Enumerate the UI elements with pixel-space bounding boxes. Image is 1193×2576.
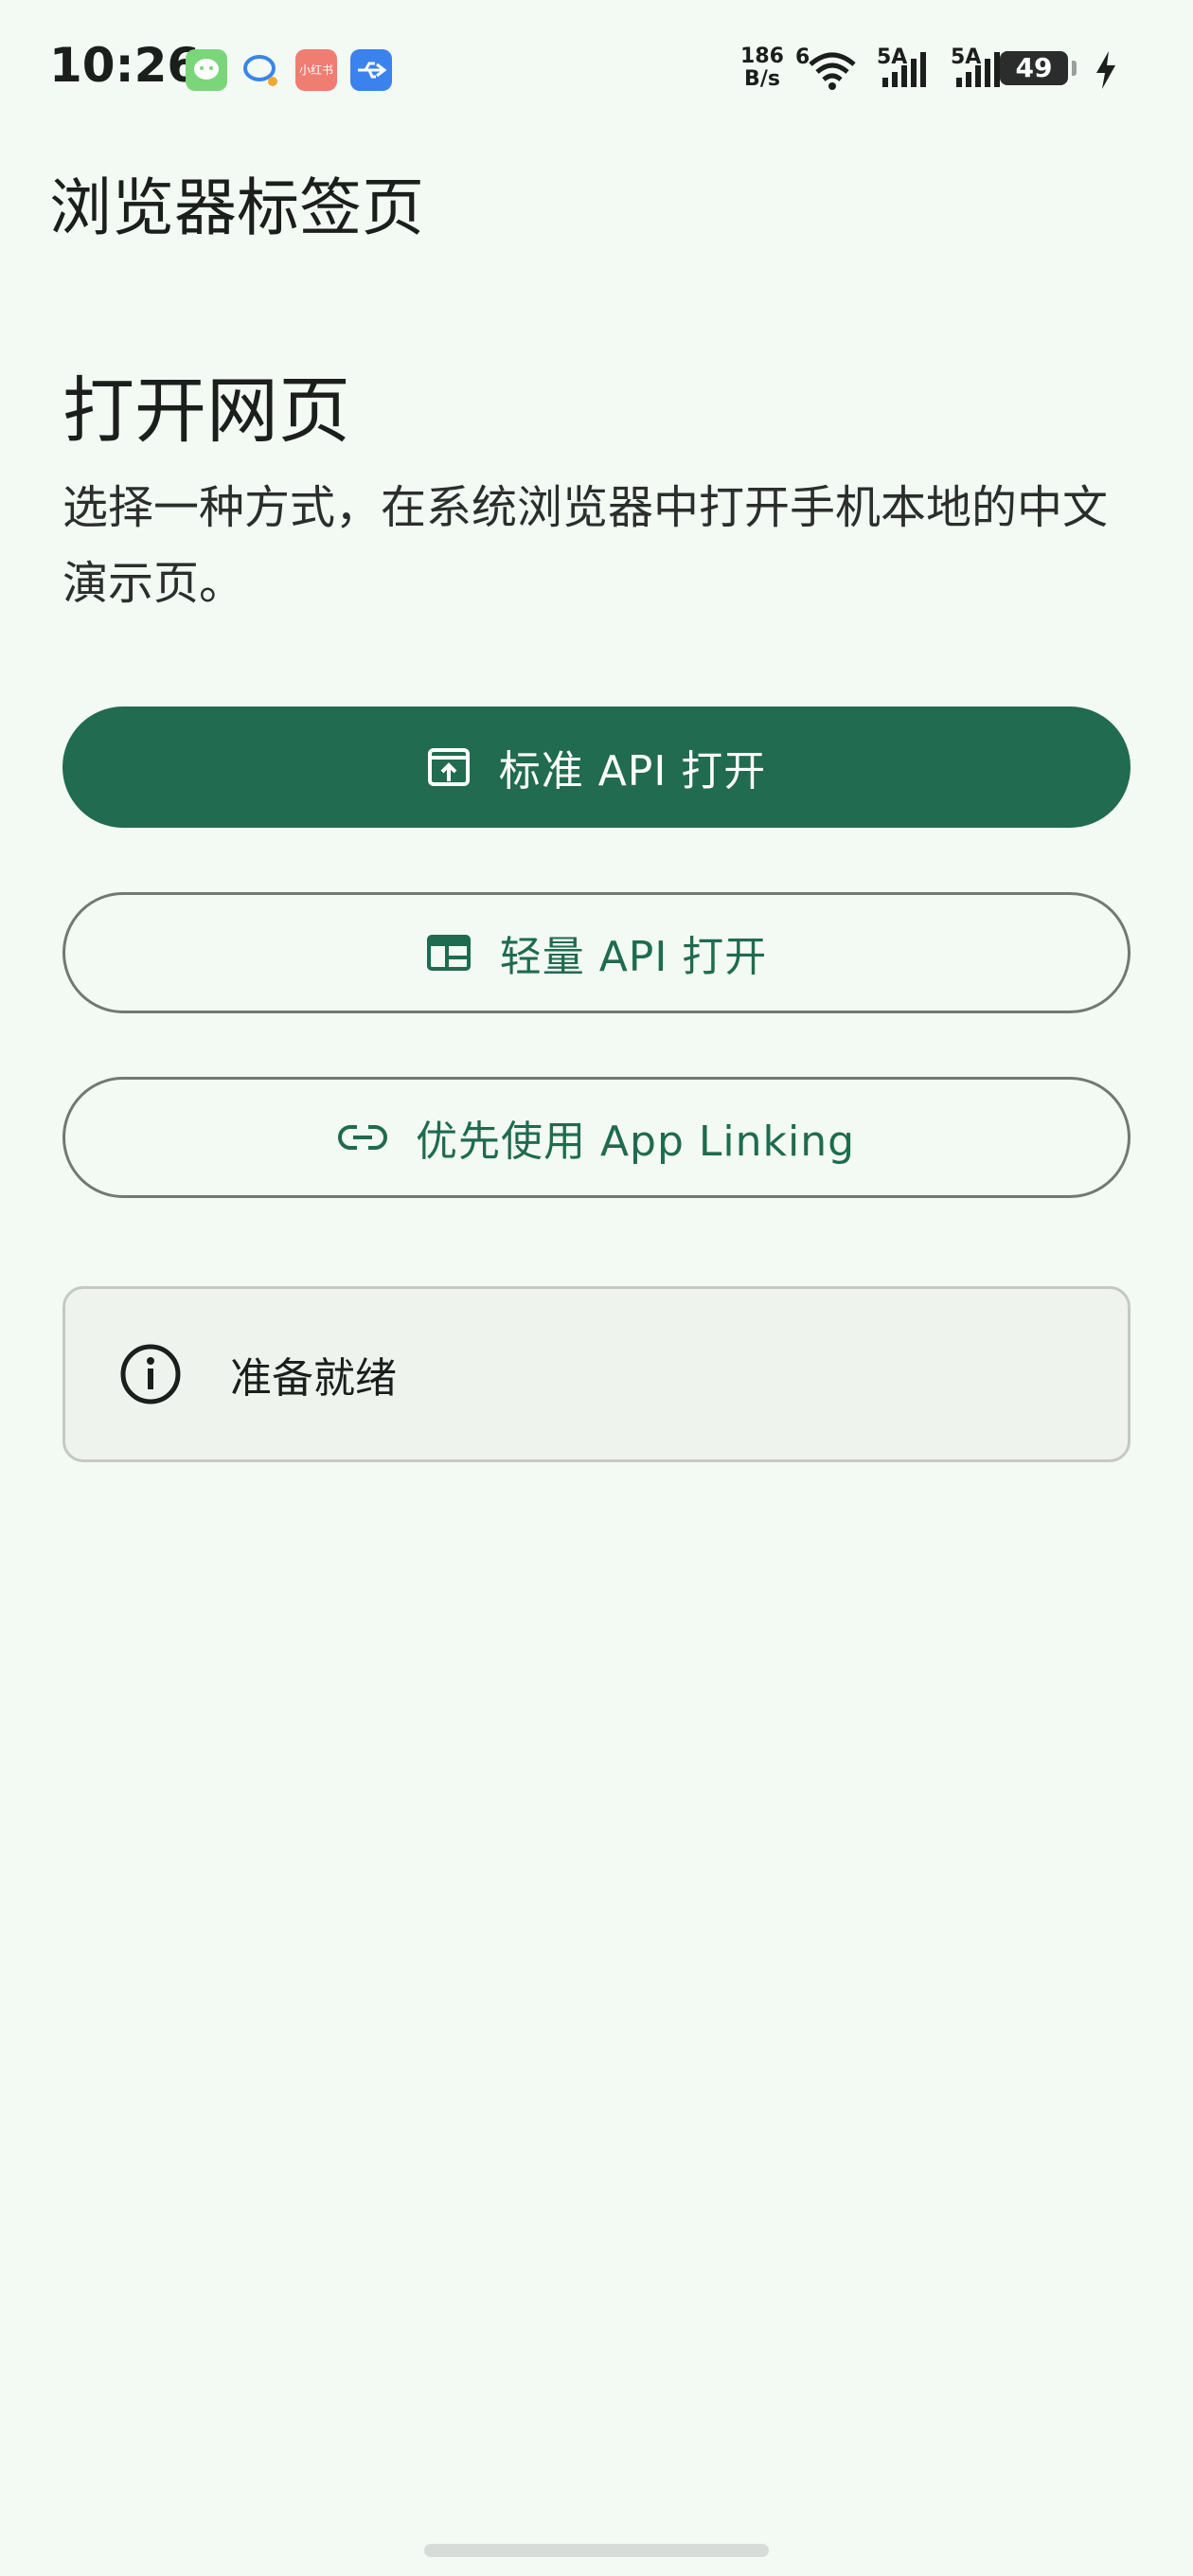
status-message: 准备就绪: [230, 1354, 397, 1403]
app-linking-label: 优先使用 App Linking: [415, 1118, 856, 1166]
chat-icon: [240, 49, 282, 91]
light-api-open-button[interactable]: 轻量 API 打开: [62, 892, 1131, 1013]
status-card: 准备就绪: [62, 1286, 1131, 1462]
home-indicator[interactable]: [424, 2544, 769, 2557]
status-time: 10:26: [49, 38, 201, 93]
info-icon: [120, 1344, 181, 1404]
wechat-icon: [186, 49, 227, 91]
battery-cap: [1072, 61, 1077, 76]
standard-api-open-button[interactable]: 标准 API 打开: [62, 707, 1131, 828]
section-description: 选择一种方式，在系统浏览器中打开手机本地的中文演示页。: [62, 481, 1109, 610]
standard-api-open-label: 标准 API 打开: [498, 747, 767, 796]
signal-sim1-icon: [882, 52, 926, 87]
open-in-browser-icon: [427, 748, 470, 786]
light-api-open-label: 轻量 API 打开: [499, 933, 768, 981]
signal-sim2-icon: [956, 52, 1000, 87]
usb-icon: [350, 49, 392, 91]
network-speed: 186 B/s: [740, 45, 784, 91]
app-linking-button[interactable]: 优先使用 App Linking: [62, 1077, 1131, 1198]
xiaohongshu-icon: 小红书: [295, 49, 337, 91]
wifi-icon: [809, 52, 856, 90]
battery-icon: 49: [1000, 51, 1068, 85]
status-bar: 10:26 小红书 186 B/s 6 5A 5A 49: [0, 0, 1193, 142]
web-tab-icon: [426, 935, 471, 971]
app-title: 浏览器标签页: [49, 171, 424, 244]
section-title: 打开网页: [62, 368, 350, 453]
link-icon: [338, 1125, 387, 1150]
charging-icon: [1096, 51, 1115, 89]
